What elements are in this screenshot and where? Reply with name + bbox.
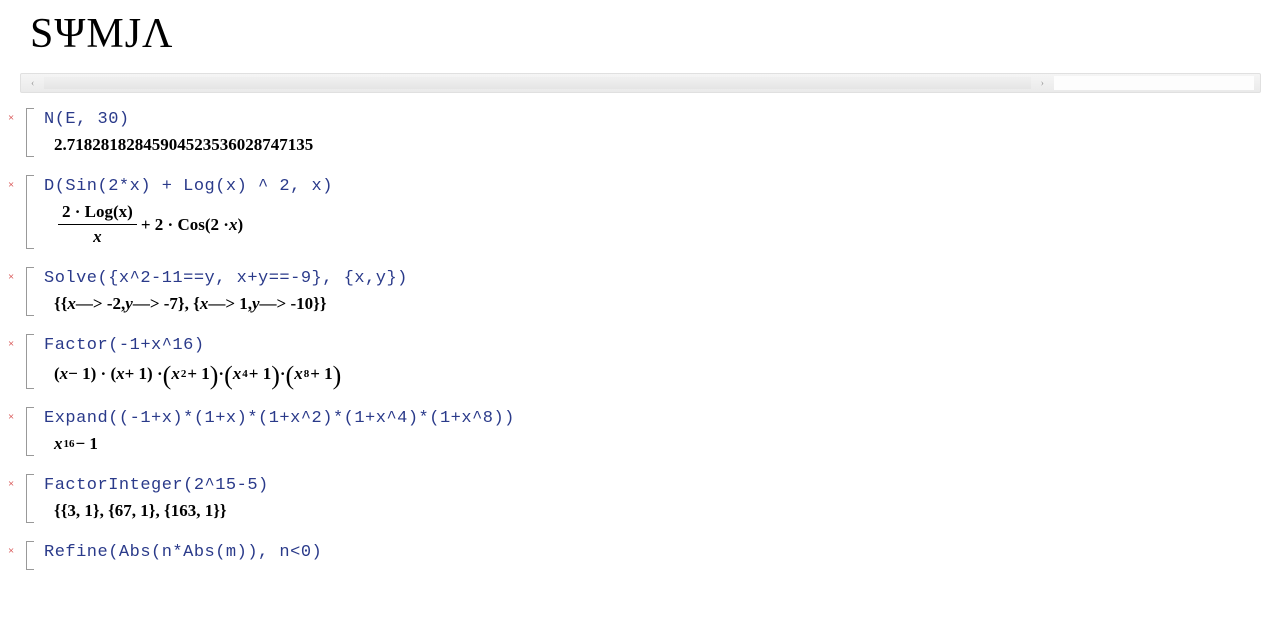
text: − 1 <box>76 434 98 454</box>
close-icon[interactable]: × <box>8 407 22 456</box>
cell-body: D(Sin(2*x) + Log(x) ^ 2, x) 2 · Log(x) x… <box>44 175 1277 249</box>
close-icon[interactable]: × <box>8 267 22 316</box>
close-icon[interactable]: × <box>8 108 22 157</box>
variable: y <box>125 294 133 314</box>
cell-output: ( x − 1) · ( x + 1) · ( x2 + 1 ) · ( x4 … <box>44 361 1277 387</box>
cell: × Refine(Abs(n*Abs(m)), n<0) <box>4 541 1277 570</box>
cell-bracket[interactable] <box>26 108 34 157</box>
cell-input[interactable]: Solve({x^2-11==y, x+y==-9}, {x,y}) <box>44 269 1277 288</box>
variable: x <box>54 434 63 454</box>
cell: × FactorInteger(2^15-5) {{3, 1}, {67, 1}… <box>4 474 1277 523</box>
close-icon[interactable]: × <box>8 474 22 523</box>
cell-output: 2.71828182845904523536028747135 <box>44 135 1277 155</box>
cell-bracket[interactable] <box>26 474 34 523</box>
cell-body: N(E, 30) 2.71828182845904523536028747135 <box>44 108 1277 157</box>
cell: × Solve({x^2-11==y, x+y==-9}, {x,y}) {{ … <box>4 267 1277 316</box>
close-icon[interactable]: × <box>8 175 22 249</box>
cell-body: Solve({x^2-11==y, x+y==-9}, {x,y}) {{ x … <box>44 267 1277 316</box>
text: + 1 <box>249 364 271 384</box>
text: —> -2, <box>76 294 125 314</box>
variable: x <box>294 364 303 384</box>
variable: x <box>116 364 125 384</box>
cell-bracket[interactable] <box>26 541 34 570</box>
cell-input[interactable]: Expand((-1+x)*(1+x)*(1+x^2)*(1+x^4)*(1+x… <box>44 409 1277 428</box>
close-icon[interactable]: × <box>8 334 22 389</box>
paren-open: ( <box>286 363 295 389</box>
toolbar-left-arrow-icon[interactable]: ‹ <box>27 78 38 89</box>
variable: x <box>233 364 242 384</box>
text: + 1 <box>310 364 332 384</box>
toolbar-right-arrow-icon[interactable]: › <box>1037 78 1048 89</box>
close-icon[interactable]: × <box>8 541 22 570</box>
text: + 2 · Cos(2 · <box>141 215 229 235</box>
cell-output: {{ x —> -2, y —> -7}, { x —> 1, y —> -10… <box>44 294 1277 314</box>
fraction-numerator: 2 · Log(x) <box>58 202 137 225</box>
text: —> 1, <box>208 294 252 314</box>
variable: y <box>252 294 260 314</box>
cell-output: {{3, 1}, {67, 1}, {163, 1}} <box>44 501 1277 521</box>
fraction: 2 · Log(x) x <box>58 202 137 247</box>
fraction-denominator: x <box>89 225 106 247</box>
exponent: 2 <box>181 368 187 380</box>
cell: × Expand((-1+x)*(1+x)*(1+x^2)*(1+x^4)*(1… <box>4 407 1277 456</box>
text: {{ <box>54 294 67 314</box>
cell-input[interactable]: FactorInteger(2^15-5) <box>44 476 1277 495</box>
cell: × Factor(-1+x^16) ( x − 1) · ( x + 1) · … <box>4 334 1277 389</box>
toolbar-scrollbar[interactable] <box>44 77 1030 89</box>
header: SΨMJΛ <box>0 0 1281 73</box>
cell-bracket[interactable] <box>26 407 34 456</box>
cell-output: x16 − 1 <box>44 434 1277 454</box>
cell: × N(E, 30) 2.718281828459045235360287471… <box>4 108 1277 157</box>
cell-input[interactable]: D(Sin(2*x) + Log(x) ^ 2, x) <box>44 177 1277 196</box>
cell-body: FactorInteger(2^15-5) {{3, 1}, {67, 1}, … <box>44 474 1277 523</box>
exponent: 8 <box>304 368 310 380</box>
paren-close: ) <box>271 363 280 389</box>
paren-open: ( <box>163 363 172 389</box>
paren-close: ) <box>333 363 342 389</box>
variable: x <box>171 364 180 384</box>
cell-body: Refine(Abs(n*Abs(m)), n<0) <box>44 541 1277 570</box>
cell: × D(Sin(2*x) + Log(x) ^ 2, x) 2 · Log(x)… <box>4 175 1277 249</box>
toolbar: ‹ › <box>20 73 1261 93</box>
cell-input[interactable]: Refine(Abs(n*Abs(m)), n<0) <box>44 543 1277 562</box>
cell-input[interactable]: Factor(-1+x^16) <box>44 336 1277 355</box>
exponent: 4 <box>242 368 248 380</box>
toolbar-right-space <box>1054 76 1254 90</box>
cell-body: Factor(-1+x^16) ( x − 1) · ( x + 1) · ( … <box>44 334 1277 389</box>
text: ) <box>237 215 243 235</box>
variable: x <box>67 294 76 314</box>
cells-container: × N(E, 30) 2.718281828459045235360287471… <box>0 108 1281 570</box>
cell-bracket[interactable] <box>26 175 34 249</box>
variable: x <box>60 364 69 384</box>
app-logo: SΨMJΛ <box>30 10 1251 58</box>
paren-close: ) <box>210 363 219 389</box>
cell-bracket[interactable] <box>26 334 34 389</box>
exponent: 16 <box>64 438 75 450</box>
cell-bracket[interactable] <box>26 267 34 316</box>
text: − 1) · ( <box>68 364 116 384</box>
cell-input[interactable]: N(E, 30) <box>44 110 1277 129</box>
variable: x <box>229 215 238 235</box>
cell-output: 2 · Log(x) x + 2 · Cos(2 · x ) <box>44 202 1277 247</box>
text: + 1 <box>187 364 209 384</box>
cell-body: Expand((-1+x)*(1+x)*(1+x^2)*(1+x^4)*(1+x… <box>44 407 1277 456</box>
text: + 1) · <box>125 364 163 384</box>
text: —> -10}} <box>260 294 327 314</box>
text: 2 · Log(x) <box>62 202 133 221</box>
paren-open: ( <box>224 363 233 389</box>
text: —> -7}, { <box>133 294 200 314</box>
